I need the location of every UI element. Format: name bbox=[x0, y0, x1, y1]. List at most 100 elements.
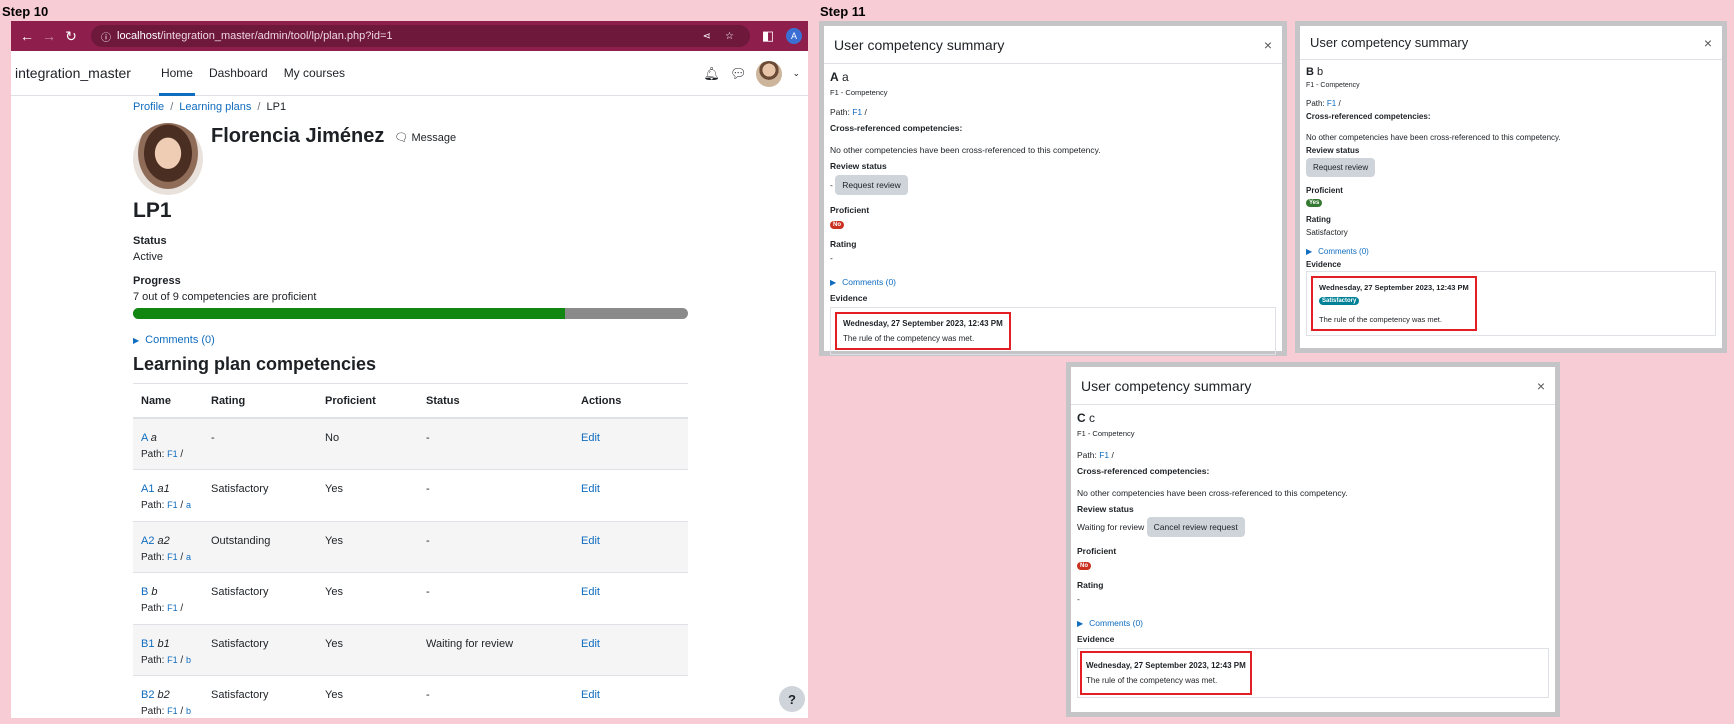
cell-actions: Edit bbox=[573, 418, 688, 470]
edit-link[interactable]: Edit bbox=[581, 689, 600, 701]
path-link-f1[interactable]: F1 bbox=[1099, 450, 1109, 460]
cell-actions: Edit bbox=[573, 521, 688, 573]
path-link-parent[interactable]: a bbox=[186, 500, 191, 510]
competency-short-link[interactable]: B1 bbox=[141, 638, 154, 650]
competency-short-link[interactable]: A1 bbox=[141, 483, 154, 495]
browser-profile-avatar[interactable]: A bbox=[786, 28, 802, 44]
step-label-left: Step 10 bbox=[2, 4, 49, 19]
path-link-framework[interactable]: F1 bbox=[167, 552, 178, 562]
cross-ref-text: No other competencies have been cross-re… bbox=[830, 145, 1101, 155]
path-link-f1[interactable]: F1 bbox=[852, 107, 862, 117]
path-label: Path: bbox=[141, 551, 165, 563]
comments-toggle[interactable]: ▶ Comments (0) bbox=[1077, 618, 1549, 628]
proficient-label: Proficient bbox=[830, 205, 870, 215]
table-row: B b Path: F1 / Satisfactory Yes - Edit bbox=[133, 572, 688, 625]
close-icon[interactable]: × bbox=[1264, 37, 1272, 53]
path-link-parent[interactable]: a bbox=[186, 552, 191, 562]
primary-navigation: Home Dashboard My courses bbox=[153, 51, 353, 96]
site-name[interactable]: integration_master bbox=[15, 65, 131, 81]
page-title: LP1 bbox=[133, 199, 172, 222]
nav-dashboard[interactable]: Dashboard bbox=[201, 51, 276, 96]
address-bar[interactable]: ⓘ localhost/integration_master/admin/too… bbox=[91, 25, 750, 47]
side-panel-icon[interactable]: ◧ bbox=[756, 28, 780, 44]
bookmark-star-icon[interactable]: ☆ bbox=[725, 31, 734, 42]
cell-actions: Edit bbox=[573, 469, 688, 522]
competency-short-link[interactable]: B2 bbox=[141, 689, 154, 701]
path-label: Path: bbox=[141, 603, 165, 614]
chevron-down-icon[interactable]: ⌄ bbox=[792, 68, 800, 79]
proficient-badge: No bbox=[830, 221, 844, 229]
competency-path: Path: F1 / a bbox=[141, 551, 192, 563]
competency-short-link[interactable]: A2 bbox=[141, 535, 154, 547]
nav-home[interactable]: Home bbox=[153, 51, 201, 96]
competency-path: Path: F1 / bbox=[1306, 99, 1341, 108]
close-icon[interactable]: × bbox=[1704, 35, 1712, 51]
col-rating: Rating bbox=[203, 384, 317, 419]
competency-path: Path: F1 / b bbox=[141, 706, 192, 717]
framework-label: F1 - Competency bbox=[830, 88, 888, 97]
edit-link[interactable]: Edit bbox=[581, 535, 600, 547]
rating-value: - bbox=[1077, 594, 1080, 604]
path-link-f1[interactable]: F1 bbox=[1327, 99, 1336, 108]
col-proficient: Proficient bbox=[317, 384, 418, 419]
edit-link[interactable]: Edit bbox=[581, 586, 600, 598]
cell-rating: Satisfactory bbox=[203, 572, 317, 625]
path-link-parent[interactable]: b bbox=[186, 706, 191, 716]
message-button[interactable]: 🗨︎ Message bbox=[394, 131, 456, 195]
user-photo[interactable] bbox=[133, 123, 203, 195]
back-arrow-icon[interactable]: ← bbox=[17, 28, 37, 44]
modal-competency-b: User competency summary × B b F1 - Compe… bbox=[1295, 21, 1727, 353]
competency-heading: C c bbox=[1077, 411, 1549, 425]
table-row: A a Path: F1 / - No - Edit bbox=[133, 418, 688, 470]
path-link-framework[interactable]: F1 bbox=[167, 603, 178, 613]
path-link-framework[interactable]: F1 bbox=[167, 655, 178, 665]
competency-short: C bbox=[1077, 411, 1086, 425]
chat-bubble-icon[interactable]: 💬︎ bbox=[730, 66, 747, 82]
help-button[interactable]: ? bbox=[779, 686, 805, 712]
user-menu-avatar[interactable] bbox=[756, 60, 783, 87]
competency-name: a bbox=[150, 432, 157, 444]
cell-status: Waiting for review bbox=[418, 624, 573, 676]
breadcrumb-profile[interactable]: Profile bbox=[133, 101, 164, 113]
comments-toggle[interactable]: ▶ Comments (0) bbox=[133, 334, 688, 346]
comments-toggle[interactable]: ▶ Comments (0) bbox=[1306, 247, 1716, 256]
evidence-list: Wednesday, 27 September 2023, 12:43 PM T… bbox=[830, 307, 1276, 355]
rating-label: Rating bbox=[1306, 215, 1331, 224]
request-review-button[interactable]: Request review bbox=[1306, 158, 1376, 177]
path-link-framework[interactable]: F1 bbox=[167, 449, 178, 459]
evidence-item: Wednesday, 27 September 2023, 12:43 PM T… bbox=[835, 312, 1011, 350]
path-label: Path: bbox=[141, 706, 165, 717]
edit-link[interactable]: Edit bbox=[581, 638, 600, 650]
review-status-label: Review status bbox=[830, 161, 887, 171]
cell-rating: - bbox=[203, 418, 317, 470]
cell-status: - bbox=[418, 521, 573, 573]
progress-text: 7 out of 9 competencies are proficient bbox=[133, 291, 317, 303]
path-link-framework[interactable]: F1 bbox=[167, 706, 178, 716]
nav-my-courses[interactable]: My courses bbox=[276, 51, 353, 96]
comments-toggle[interactable]: ▶ Comments (0) bbox=[830, 277, 1276, 287]
close-icon[interactable]: × bbox=[1537, 378, 1545, 394]
cross-ref-text: No other competencies have been cross-re… bbox=[1306, 133, 1561, 142]
share-icon[interactable]: ⋖ bbox=[703, 31, 711, 42]
competency-short-link[interactable]: B bbox=[141, 586, 148, 598]
path-link-framework[interactable]: F1 bbox=[167, 500, 178, 510]
edit-link[interactable]: Edit bbox=[581, 432, 600, 444]
evidence-text: The rule of the competency was met. bbox=[1086, 676, 1218, 685]
progress-bar-fill bbox=[133, 308, 565, 319]
site-info-icon[interactable]: ⓘ bbox=[101, 29, 111, 44]
breadcrumb-learning-plans[interactable]: Learning plans bbox=[179, 101, 251, 113]
edit-link[interactable]: Edit bbox=[581, 483, 600, 495]
request-review-button[interactable]: Request review bbox=[835, 175, 908, 195]
user-name: Florencia Jiménez bbox=[211, 125, 385, 147]
competency-path: Path: F1 / a bbox=[141, 500, 192, 511]
reload-icon[interactable]: ↻ bbox=[61, 28, 81, 45]
bell-icon[interactable]: 🔔︎ bbox=[703, 66, 720, 82]
competency-short-link[interactable]: A bbox=[141, 432, 148, 444]
cancel-review-request-button[interactable]: Cancel review request bbox=[1146, 517, 1245, 537]
rating-label: Rating bbox=[1077, 580, 1104, 590]
review-status: Request review bbox=[1306, 158, 1716, 177]
cell-status: - bbox=[418, 469, 573, 522]
path-link-parent[interactable]: b bbox=[186, 655, 191, 665]
competency-path: Path: F1 / bbox=[1077, 450, 1114, 460]
forward-arrow-icon[interactable]: → bbox=[39, 28, 59, 44]
